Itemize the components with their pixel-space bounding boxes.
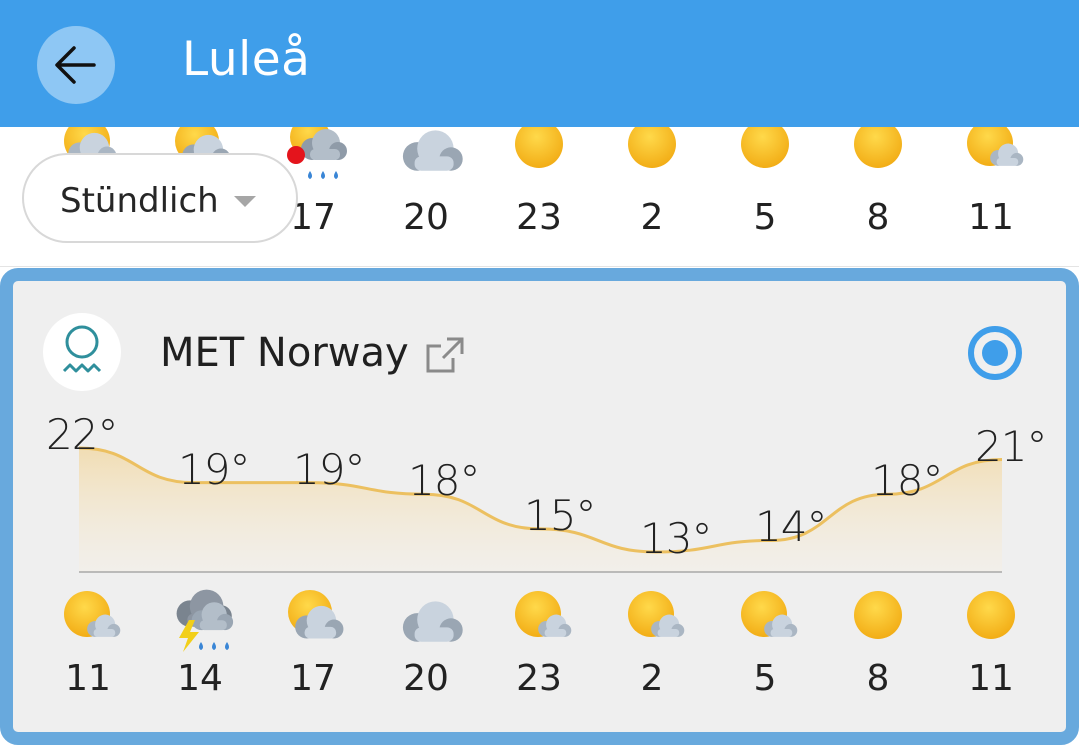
bottom-forecast-item: 11 [946,590,1036,710]
bottom-forecast-hour-label: 23 [516,658,562,699]
bottom-forecast-hour-label: 11 [968,658,1014,699]
temperature-label: 22° [46,410,118,459]
bottom-forecast-hour-label: 2 [640,658,664,699]
temperature-label: 18° [871,456,943,506]
bottom-forecast-hour-label: 20 [403,658,449,699]
temperature-label: 19° [178,444,250,494]
temperature-label: 15° [524,490,596,540]
bottom-forecast-hour-label: 5 [753,658,777,699]
temperature-label: 18° [408,456,480,506]
bottom-forecast-item: 17 [268,590,358,710]
bottom-forecast-item: 2 [607,590,697,710]
bottom-forecast-item: 23 [494,590,584,710]
bottom-forecast-item: 14 [155,589,245,710]
temperature-label: 14° [755,502,827,552]
bottom-forecast-hour-label: 11 [65,658,111,699]
temperature-label: 19° [293,444,365,494]
temperature-label: 21° [975,421,1047,471]
bottom-forecast-hour-label: 8 [866,658,890,699]
bottom-forecast-hour-label: 14 [177,658,223,699]
bottom-forecast-item: 11 [43,590,133,710]
bottom-forecast-item: 5 [720,590,810,710]
bottom-forecast-item: 20 [381,590,471,710]
bottom-forecast-item: 8 [833,590,923,710]
bottom-forecast-hour-label: 17 [290,658,336,699]
temperature-label: 13° [640,514,712,563]
